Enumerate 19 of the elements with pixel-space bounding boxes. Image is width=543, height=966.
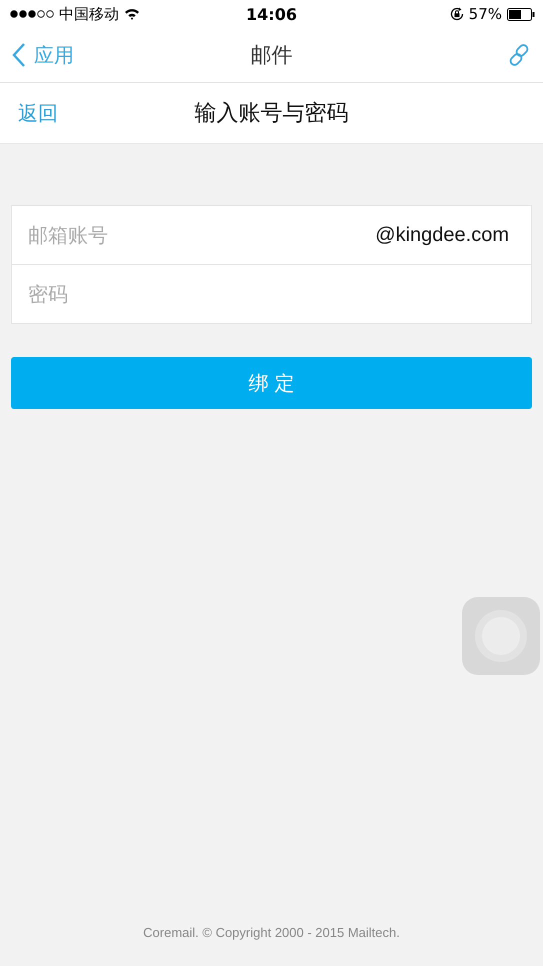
back-button[interactable]: 应用 [12, 42, 74, 68]
rotation-lock-icon [450, 7, 464, 21]
carrier-name: 中国移动 [59, 4, 119, 24]
wifi-icon [124, 8, 140, 20]
link-icon [507, 43, 531, 67]
link-button[interactable] [507, 43, 531, 67]
account-field[interactable]: 邮箱账号 [26, 222, 376, 248]
screen-title: 邮件 [250, 42, 292, 69]
bind-button[interactable]: 绑 定 [11, 357, 532, 409]
back-chevron-icon [12, 42, 26, 68]
signal-icon [10, 10, 54, 18]
back-link[interactable]: 返回 [18, 100, 58, 126]
copyright-text: Coremail. © Copyright 2000 - 2015 Mailtech. [142, 925, 401, 940]
page-heading: 输入账号与密码 [194, 100, 348, 128]
status-time: 14:06 [246, 4, 297, 24]
battery-icon [507, 8, 535, 20]
password-field[interactable]: 密码 [26, 281, 517, 307]
domain-suffix: @kingdee.com [375, 224, 510, 246]
battery-percent: 57% [468, 5, 502, 23]
